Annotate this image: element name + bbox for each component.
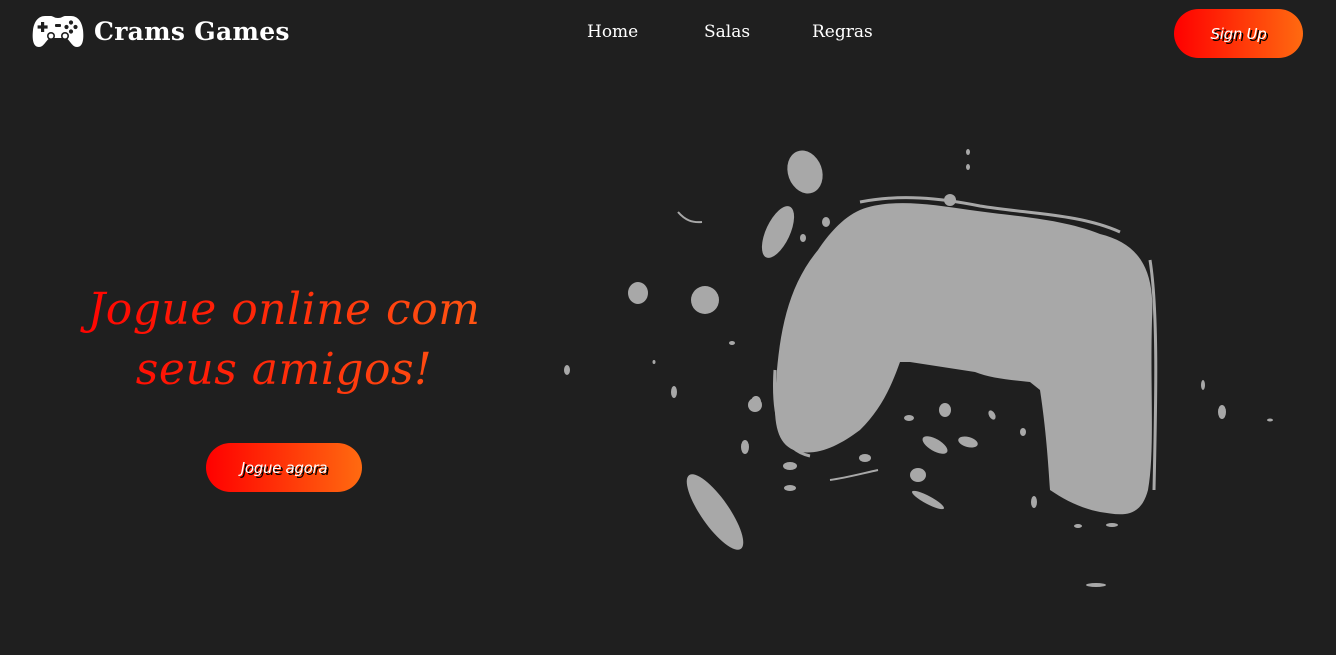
nav-salas-link[interactable]: Salas (704, 22, 750, 42)
sign-up-button[interactable]: Sign Up (1174, 9, 1303, 58)
nav-regras-link[interactable]: Regras (812, 22, 873, 42)
nav-home-link[interactable]: Home (587, 22, 638, 42)
main-nav: Home Salas Regras (0, 22, 1336, 46)
play-now-button[interactable]: Jogue agora (206, 443, 362, 492)
page: Crams Games Home Salas Regras Sign Up Jo… (0, 0, 1336, 655)
gamepad-splash-icon (560, 140, 1280, 640)
hero-title: Jogue online com seus amigos! (60, 280, 508, 400)
